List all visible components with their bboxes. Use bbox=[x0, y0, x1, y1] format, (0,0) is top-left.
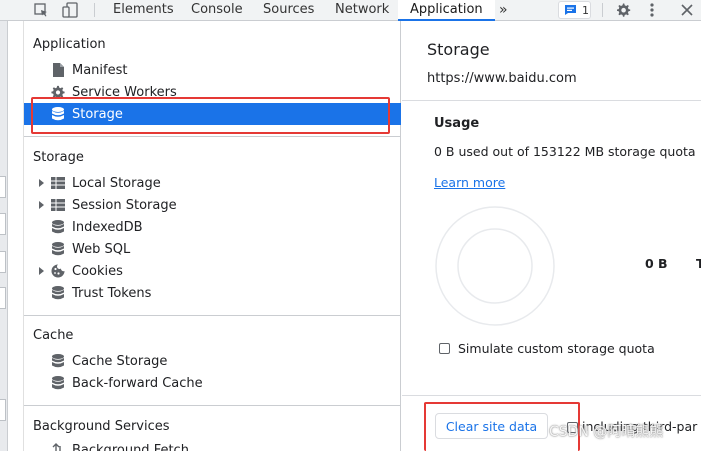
left-gutter bbox=[0, 21, 8, 451]
inspect-element-icon[interactable] bbox=[31, 0, 51, 20]
learn-more-link[interactable]: Learn more bbox=[434, 175, 505, 190]
gear-icon[interactable] bbox=[613, 0, 633, 20]
sidebar-item-background-fetch[interactable]: Background Fetch bbox=[24, 439, 401, 451]
expand-arrow-icon[interactable] bbox=[39, 179, 44, 187]
sidebar-item-label: IndexedDB bbox=[72, 219, 143, 235]
sidebar-item-trust-tokens[interactable]: Trust Tokens bbox=[24, 282, 401, 304]
section-title-background-services: Background Services bbox=[33, 419, 170, 434]
sidebar-item-service-workers[interactable]: Service Workers bbox=[24, 81, 401, 103]
arrows-icon bbox=[51, 443, 65, 451]
tab-elements[interactable]: Elements bbox=[113, 0, 174, 21]
issues-count: 1 bbox=[582, 3, 589, 17]
simulate-quota-checkbox[interactable]: Simulate custom storage quota bbox=[439, 341, 655, 356]
toolbar-divider bbox=[602, 3, 603, 17]
gutter-handle bbox=[0, 213, 6, 235]
sidebar-item-label: Service Workers bbox=[72, 84, 177, 100]
section-title-storage: Storage bbox=[33, 150, 84, 165]
section-title-application: Application bbox=[33, 37, 106, 52]
sidebar-item-manifest[interactable]: Manifest bbox=[24, 59, 401, 81]
gutter-handle bbox=[0, 251, 6, 273]
grid-icon bbox=[51, 198, 65, 212]
overflow-tabs-icon[interactable]: » bbox=[499, 0, 508, 21]
devtools-toolbar: Elements Console Sources Network Applica… bbox=[0, 0, 701, 21]
sidebar-item-storage[interactable]: Storage bbox=[24, 103, 401, 125]
sidebar-item-label: Trust Tokens bbox=[72, 285, 152, 301]
sidebar-item-label: Manifest bbox=[72, 62, 128, 78]
section-divider bbox=[24, 405, 401, 406]
sidebar-item-cookies[interactable]: Cookies bbox=[24, 260, 401, 282]
sidebar-item-label: Cookies bbox=[72, 263, 123, 279]
expand-arrow-icon[interactable] bbox=[39, 201, 44, 209]
origin-url: https://www.baidu.com bbox=[427, 71, 577, 86]
database-icon bbox=[51, 107, 65, 121]
section-divider bbox=[24, 136, 401, 137]
usage-summary: 0 B used out of 153122 MB storage quota bbox=[434, 144, 696, 159]
message-badge-icon bbox=[565, 5, 576, 15]
tab-application[interactable]: Application bbox=[398, 0, 495, 21]
device-toolbar-icon[interactable] bbox=[59, 0, 81, 20]
database-icon bbox=[51, 376, 65, 390]
toolbar-divider bbox=[94, 3, 95, 17]
sidebar-item-session-storage[interactable]: Session Storage bbox=[24, 194, 401, 216]
sidebar-item-web-sql[interactable]: Web SQL bbox=[24, 238, 401, 260]
tab-sources[interactable]: Sources bbox=[263, 0, 314, 21]
grid-icon bbox=[51, 176, 65, 190]
issues-badge[interactable]: 1 bbox=[558, 1, 591, 19]
page-title: Storage bbox=[427, 40, 490, 59]
expand-arrow-icon[interactable] bbox=[39, 267, 44, 275]
database-icon bbox=[51, 286, 65, 300]
sidebar-item-label: Cache Storage bbox=[72, 353, 168, 369]
gutter-handle bbox=[0, 399, 6, 421]
sidebar-item-label: Storage bbox=[72, 106, 123, 122]
watermark-text: CSDN @阿晴熊熊 bbox=[549, 424, 664, 440]
gear-icon bbox=[51, 85, 65, 99]
database-icon bbox=[51, 242, 65, 256]
sidebar-item-local-storage[interactable]: Local Storage bbox=[24, 172, 401, 194]
gutter-handle bbox=[0, 176, 6, 198]
sidebar-item-label: Web SQL bbox=[72, 241, 131, 257]
database-icon bbox=[51, 354, 65, 368]
tab-console[interactable]: Console bbox=[191, 0, 243, 21]
sidebar-item-back-forward-cache[interactable]: Back-forward Cache bbox=[24, 372, 401, 394]
document-icon bbox=[51, 63, 65, 77]
storage-main-pane: Storage https://www.baidu.com Usage 0 B … bbox=[402, 21, 701, 451]
gutter-handle bbox=[0, 287, 6, 309]
sidebar-item-label: Back-forward Cache bbox=[72, 375, 203, 391]
tab-network[interactable]: Network bbox=[335, 0, 389, 21]
checkbox-box[interactable] bbox=[439, 343, 450, 354]
clear-site-data-button[interactable]: Clear site data bbox=[435, 413, 548, 439]
sidebar-item-label: Local Storage bbox=[72, 175, 161, 191]
database-icon bbox=[51, 220, 65, 234]
application-sidebar: Application Manifest Service Workers Sto… bbox=[23, 21, 401, 451]
usage-heading: Usage bbox=[434, 116, 480, 131]
sidebar-item-label: Session Storage bbox=[72, 197, 177, 213]
section-divider bbox=[402, 395, 701, 396]
usage-total: 0 B bbox=[645, 256, 668, 271]
usage-total-truncated: T bbox=[696, 256, 701, 271]
close-icon[interactable] bbox=[679, 0, 695, 20]
cookie-icon bbox=[51, 264, 65, 278]
sidebar-item-cache-storage[interactable]: Cache Storage bbox=[24, 350, 401, 372]
section-divider bbox=[24, 315, 401, 316]
section-divider bbox=[402, 100, 701, 101]
kebab-menu-icon[interactable] bbox=[645, 0, 659, 20]
sidebar-item-indexeddb[interactable]: IndexedDB bbox=[24, 216, 401, 238]
usage-donut-chart bbox=[435, 206, 555, 326]
sidebar-item-label: Background Fetch bbox=[72, 442, 189, 451]
section-title-cache: Cache bbox=[33, 328, 74, 343]
checkbox-label: Simulate custom storage quota bbox=[458, 341, 655, 356]
